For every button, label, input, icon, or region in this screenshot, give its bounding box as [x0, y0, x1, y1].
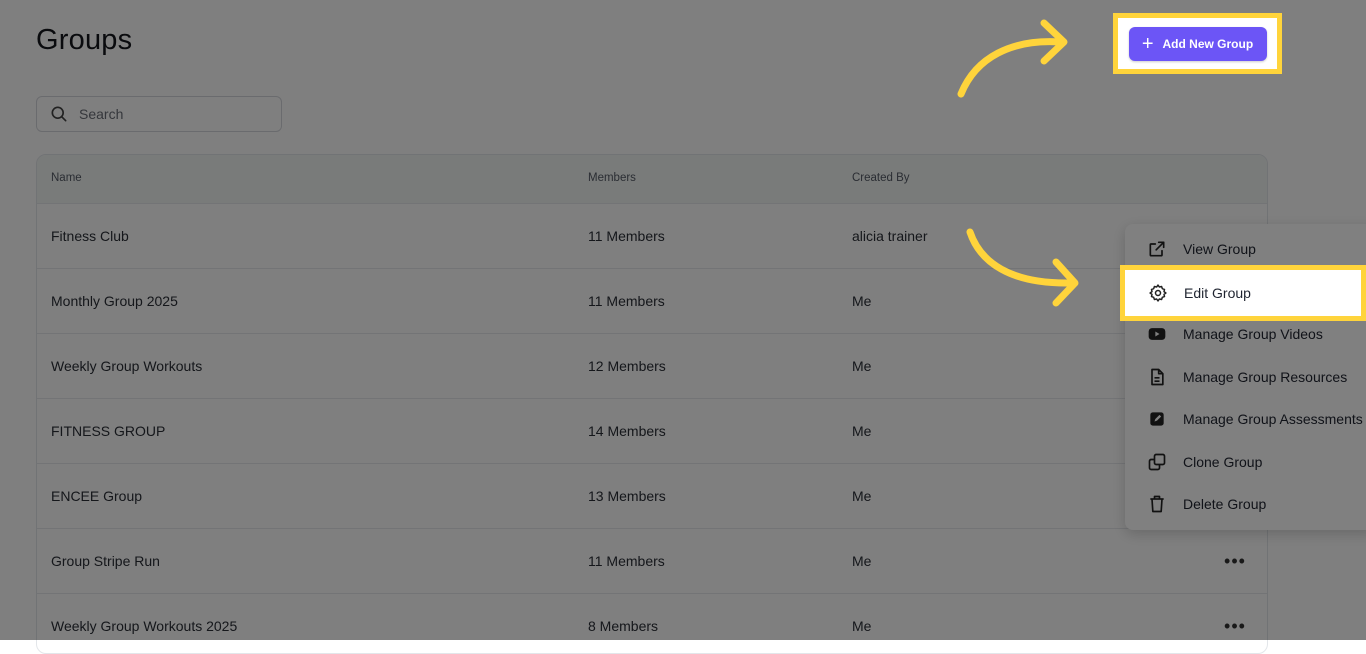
trash-icon [1147, 494, 1167, 514]
group-members: 8 Members [588, 618, 659, 634]
group-members: 11 Members [588, 553, 665, 569]
group-created-by: Me [852, 358, 872, 374]
external-link-icon [1147, 239, 1167, 259]
document-icon [1147, 367, 1167, 387]
group-created-by: Me [852, 423, 872, 439]
youtube-icon [1147, 324, 1167, 344]
group-created-by: Me [852, 553, 872, 569]
annotation-arrow-icon [966, 228, 1079, 307]
group-name[interactable]: Fitness Club [51, 228, 129, 244]
menu-item-label: View Group [1183, 241, 1256, 257]
table-row[interactable]: FITNESS GROUP 14 Members Me [37, 399, 1267, 464]
group-name[interactable]: Weekly Group Workouts 2025 [51, 618, 237, 634]
group-created-by: Me [852, 488, 872, 504]
column-header-created-by[interactable]: Created By [852, 172, 910, 184]
add-new-group-button[interactable]: + Add New Group [1128, 26, 1267, 61]
menu-item-delete-group[interactable]: Delete Group [1125, 483, 1366, 525]
group-members: 14 Members [588, 423, 666, 439]
group-members: 11 Members [588, 293, 665, 309]
gear-icon [1148, 283, 1168, 303]
group-name[interactable]: ENCEE Group [51, 488, 142, 504]
group-name[interactable]: FITNESS GROUP [51, 423, 165, 439]
group-name[interactable]: Monthly Group 2025 [51, 293, 178, 309]
add-new-group-label: Add New Group [1162, 36, 1254, 51]
menu-item-label: Delete Group [1183, 496, 1267, 512]
search-box[interactable] [36, 96, 282, 132]
add-button-highlight: + Add New Group [1113, 13, 1282, 74]
menu-item-manage-group-assessments[interactable]: Manage Group Assessments [1125, 398, 1366, 440]
menu-item-label: Manage Group Assessments [1183, 411, 1363, 427]
group-name[interactable]: Group Stripe Run [51, 553, 160, 569]
menu-item-label: Manage Group Resources [1183, 369, 1348, 385]
group-created-by: Me [852, 293, 872, 309]
more-options-icon[interactable]: ••• [1224, 551, 1245, 571]
group-members: 13 Members [588, 488, 666, 504]
table-row[interactable]: ENCEE Group 13 Members Me [37, 464, 1267, 529]
annotation-arrow-icon [957, 19, 1068, 98]
edit-square-icon [1147, 409, 1167, 429]
menu-item-edit-group[interactable]: Edit Group [1120, 265, 1366, 321]
column-header-name[interactable]: Name [51, 172, 82, 184]
more-options-icon[interactable]: ••• [1224, 616, 1245, 636]
table-row[interactable]: Weekly Group Workouts 12 Members Me [37, 334, 1267, 399]
menu-item-label: Manage Group Videos [1183, 326, 1323, 342]
page-title: Groups [36, 24, 133, 56]
group-created-by: Me [852, 618, 872, 634]
table-row[interactable]: Group Stripe Run 11 Members Me ••• [37, 529, 1267, 594]
group-created-by: alicia trainer [852, 228, 928, 244]
menu-item-manage-group-resources[interactable]: Manage Group Resources [1125, 356, 1366, 398]
plus-icon: + [1141, 32, 1154, 55]
menu-item-label: Edit Group [1184, 285, 1251, 301]
table-header: Name Members Created By [37, 155, 1267, 204]
groups-table: Name Members Created By Fitness Club 11 … [36, 154, 1268, 654]
search-input[interactable] [77, 105, 261, 123]
table-row[interactable]: Weekly Group Workouts 2025 8 Members Me … [37, 594, 1267, 653]
copy-icon [1147, 452, 1167, 472]
search-icon [51, 106, 67, 122]
column-header-members[interactable]: Members [588, 172, 636, 184]
menu-item-clone-group[interactable]: Clone Group [1125, 441, 1366, 483]
group-members: 12 Members [588, 358, 666, 374]
menu-item-label: Clone Group [1183, 454, 1263, 470]
group-members: 11 Members [588, 228, 665, 244]
menu-item-view-group[interactable]: View Group [1125, 228, 1366, 270]
group-name[interactable]: Weekly Group Workouts [51, 358, 202, 374]
